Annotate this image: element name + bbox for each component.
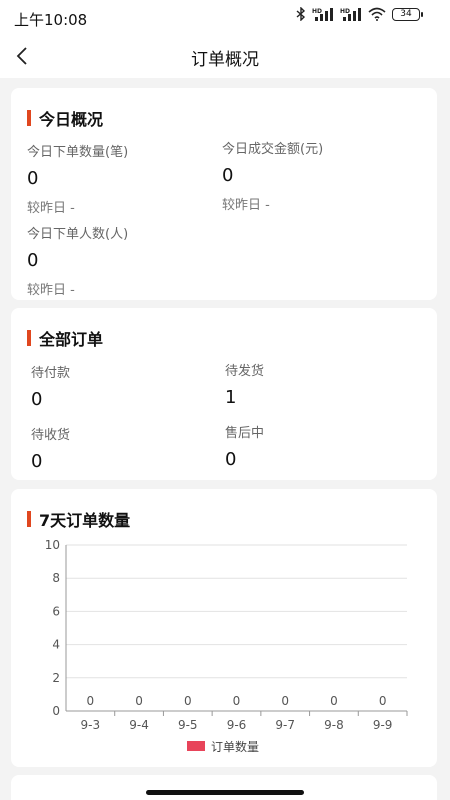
data-label: 0 <box>184 694 192 708</box>
pending-receipt-stat[interactable]: 待收货 0 <box>31 424 70 472</box>
x-tick-label: 9-6 <box>227 718 247 732</box>
today-buyers-compare: 较昨日 - <box>27 283 75 298</box>
bluetooth-icon <box>296 7 306 21</box>
x-tick-label: 9-4 <box>129 718 149 732</box>
y-tick-label: 0 <box>52 704 60 718</box>
y-tick-label: 10 <box>45 538 60 552</box>
accent-bar <box>27 110 31 126</box>
today-amount-value: 0 <box>222 165 234 186</box>
today-orders-value: 0 <box>27 168 39 189</box>
data-label: 0 <box>281 694 289 708</box>
battery-icon: 34 <box>392 7 423 21</box>
pending-shipment-label: 待发货 <box>225 364 265 379</box>
status-icons: HD HD 34 <box>296 7 423 21</box>
after-sales-label: 售后中 <box>225 426 265 441</box>
today-overview-title: 今日概况 <box>39 110 104 129</box>
order-chart-title: 7天订单数量 <box>39 511 131 530</box>
page-title: 订单概况 <box>191 50 259 70</box>
today-orders-stat: 今日下单数量(笔) 0 较昨日 - <box>27 141 128 216</box>
status-time: 上午10:08 <box>14 11 88 29</box>
x-tick-label: 9-5 <box>178 718 198 732</box>
x-tick-label: 9-7 <box>275 718 295 732</box>
x-tick-label: 9-3 <box>81 718 101 732</box>
after-sales-value: 0 <box>225 449 237 470</box>
pending-shipment-stat[interactable]: 待发货 1 <box>225 360 264 408</box>
pending-shipment-value: 1 <box>225 387 237 408</box>
today-orders-label: 今日下单数量(笔) <box>27 145 129 160</box>
today-amount-stat: 今日成交金额(元) 0 较昨日 - <box>222 138 323 213</box>
pending-payment-value: 0 <box>31 389 43 410</box>
today-buyers-value: 0 <box>27 250 39 271</box>
accent-bar <box>27 511 31 527</box>
x-tick-label: 9-9 <box>373 718 393 732</box>
signal-hd-icon-2: HD <box>340 8 361 21</box>
legend-label: 订单数量 <box>211 739 259 754</box>
y-tick-label: 6 <box>52 604 60 618</box>
nav-bar: 订单概况 <box>0 34 450 78</box>
pending-payment-stat[interactable]: 待付款 0 <box>31 362 70 410</box>
today-overview-header: 今日概况 <box>27 106 103 130</box>
data-label: 0 <box>135 694 143 708</box>
today-buyers-label: 今日下单人数(人) <box>27 227 129 242</box>
signal-hd-icon: HD <box>312 8 333 21</box>
svg-text:HD: HD <box>340 8 350 15</box>
all-orders-card: 全部订单 待付款 0 待发货 1 待收货 0 售后中 0 <box>11 308 437 480</box>
pending-receipt-value: 0 <box>31 451 43 472</box>
order-bar-chart: 0 2 4 6 8 10 0 9-3 0 9-4 0 9-5 0 9-6 0 9-7 0 9-8 0 9-9 订单数量 <box>45 538 408 754</box>
order-chart-card: 7天订单数量 0 2 4 6 8 10 0 9-3 0 9-4 0 9-5 0 9-6 0 9-7 0 9-8 0 9… <box>11 489 437 767</box>
order-chart-header: 7天订单数量 <box>27 507 130 531</box>
today-orders-compare: 较昨日 - <box>27 201 75 216</box>
all-orders-title: 全部订单 <box>39 330 104 349</box>
svg-text:HD: HD <box>312 8 322 15</box>
y-tick-label: 2 <box>52 671 60 685</box>
battery-level: 34 <box>400 8 412 19</box>
all-orders-header: 全部订单 <box>27 326 103 350</box>
data-label: 0 <box>330 694 338 708</box>
wifi-icon <box>368 7 386 21</box>
today-amount-label: 今日成交金额(元) <box>222 142 324 157</box>
y-tick-label: 4 <box>52 638 60 652</box>
status-bar: 上午10:08 HD HD 34 <box>0 0 450 34</box>
next-card <box>11 775 437 800</box>
legend-swatch <box>187 741 205 751</box>
after-sales-stat[interactable]: 售后中 0 <box>225 422 264 470</box>
today-amount-compare: 较昨日 - <box>222 198 270 213</box>
data-label: 0 <box>87 694 95 708</box>
home-indicator <box>146 790 304 795</box>
pending-receipt-label: 待收货 <box>31 428 71 443</box>
data-label: 0 <box>233 694 241 708</box>
data-label: 0 <box>379 694 387 708</box>
y-tick-label: 8 <box>52 571 60 585</box>
accent-bar <box>27 330 31 346</box>
pending-payment-label: 待付款 <box>31 366 71 381</box>
today-buyers-stat: 今日下单人数(人) 0 较昨日 - <box>27 223 128 298</box>
today-overview-card: 今日概况 今日下单数量(笔) 0 较昨日 - 今日成交金额(元) 0 较昨日 -… <box>11 88 437 300</box>
x-tick-label: 9-8 <box>324 718 344 732</box>
